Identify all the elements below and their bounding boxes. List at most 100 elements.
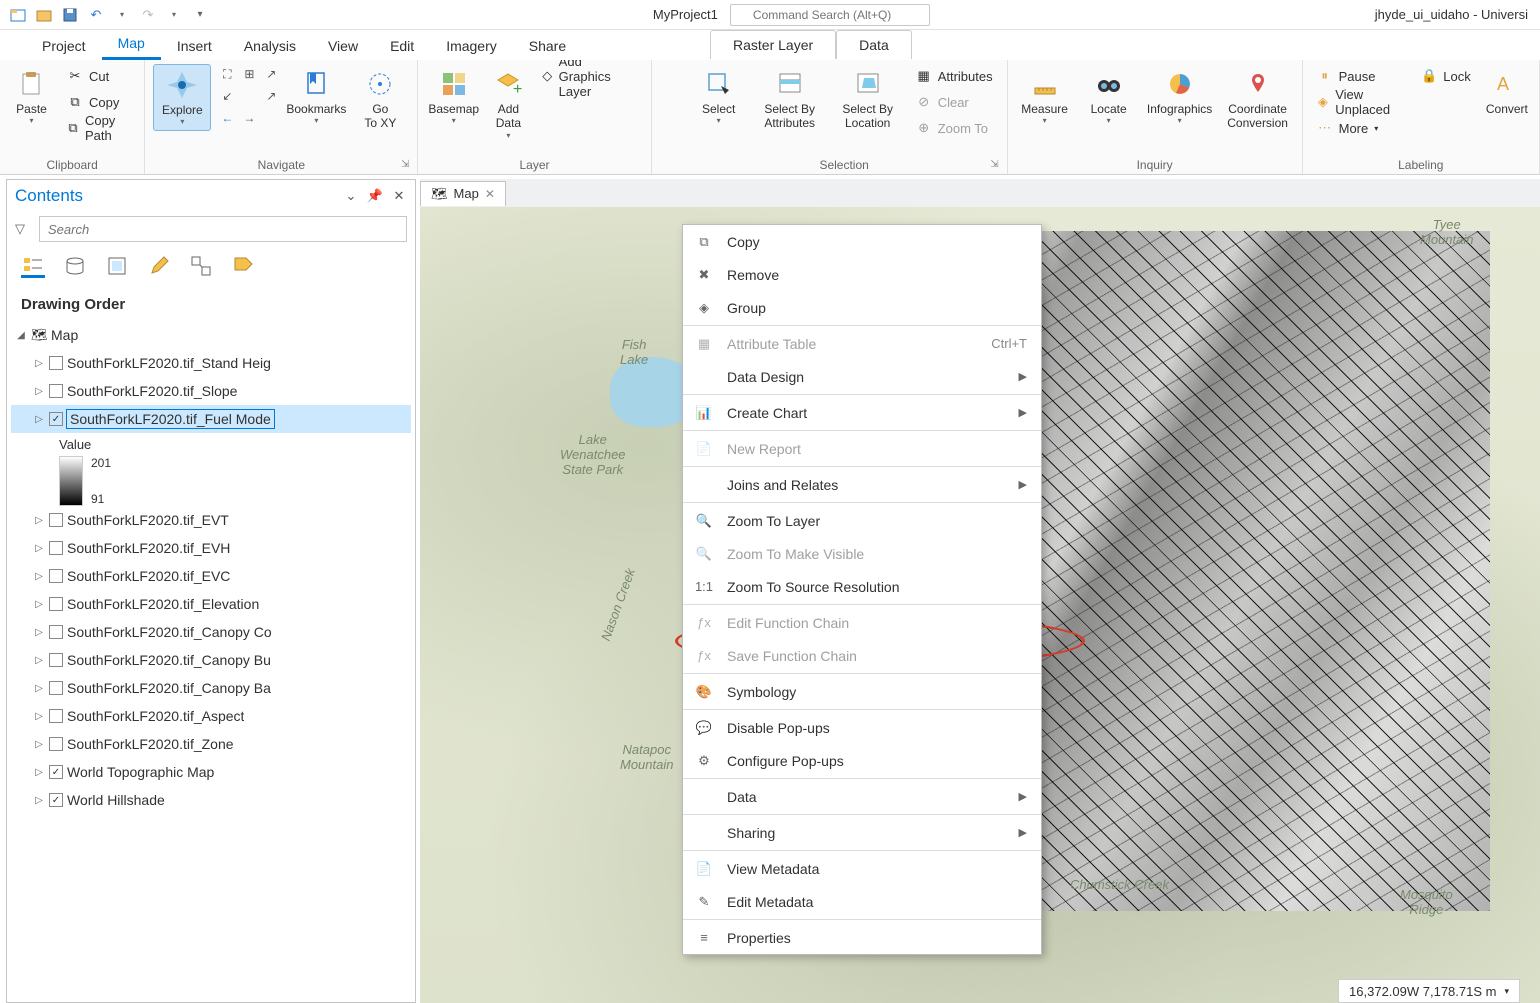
dialog-launcher-icon[interactable]: ⇲ [401, 159, 409, 170]
tab-view[interactable]: View [312, 32, 374, 60]
command-search-input[interactable] [730, 4, 930, 26]
map-node[interactable]: ◢ 🗺 Map [11, 321, 411, 349]
contents-search-input[interactable] [39, 216, 407, 242]
layer-visibility-checkbox[interactable] [49, 765, 63, 779]
add-data-button[interactable]: + Add Data ▾ [487, 64, 530, 144]
expand-icon[interactable]: ▷ [33, 767, 45, 778]
layer-row[interactable]: ▷World Hillshade [11, 786, 411, 814]
undo-dropdown-icon[interactable]: ▾ [114, 7, 130, 23]
expand-icon[interactable]: ▷ [33, 655, 45, 666]
collapse-icon[interactable]: ◢ [15, 330, 27, 341]
layer-row[interactable]: ▷SouthForkLF2020.tif_Zone [11, 730, 411, 758]
layer-visibility-checkbox[interactable] [49, 625, 63, 639]
expand-icon[interactable]: ▷ [33, 795, 45, 806]
close-tab-icon[interactable]: ✕ [485, 187, 495, 201]
explore-button[interactable]: Explore ▾ [153, 64, 211, 131]
tab-data[interactable]: Data [836, 30, 912, 59]
layer-row[interactable]: ▷SouthForkLF2020.tif_Slope [11, 377, 411, 405]
select-by-attributes-button[interactable]: Select By Attributes [754, 64, 826, 135]
menu-item-remove[interactable]: ✖Remove [683, 258, 1041, 291]
menu-item-data[interactable]: Data▶ [683, 780, 1041, 813]
expand-icon[interactable]: ▷ [33, 711, 45, 722]
filter-icon[interactable]: ▽ [15, 221, 31, 237]
attributes-button[interactable]: ▦Attributes [910, 64, 999, 88]
view-unplaced-button[interactable]: ◈View Unplaced [1311, 90, 1410, 114]
drawing-order-icon[interactable] [21, 254, 45, 278]
open-project-icon[interactable] [36, 7, 52, 23]
locate-button[interactable]: Locate▾ [1080, 64, 1138, 129]
pause-labeling-button[interactable]: ⏸Pause [1311, 64, 1410, 88]
layer-visibility-checkbox[interactable] [49, 513, 63, 527]
snapping-view-icon[interactable] [189, 254, 213, 278]
menu-item-properties[interactable]: ≡Properties [683, 921, 1041, 954]
measure-button[interactable]: Measure▾ [1016, 64, 1074, 129]
copy-path-button[interactable]: ⧉Copy Path [61, 116, 136, 140]
tab-share[interactable]: Share [513, 32, 582, 60]
save-icon[interactable] [62, 7, 78, 23]
prev-extent-icon[interactable]: ⊞ [239, 64, 259, 84]
zoom-out-icon[interactable]: ↙ [217, 86, 237, 106]
expand-icon[interactable]: ▷ [33, 683, 45, 694]
selection-view-icon[interactable] [105, 254, 129, 278]
layer-row[interactable]: ▷SouthForkLF2020.tif_Elevation [11, 590, 411, 618]
layer-visibility-checkbox[interactable] [49, 597, 63, 611]
layer-visibility-checkbox[interactable] [49, 681, 63, 695]
layer-row[interactable]: ▷SouthForkLF2020.tif_Canopy Co [11, 618, 411, 646]
menu-item-joins-and-relates[interactable]: Joins and Relates▶ [683, 468, 1041, 501]
layer-visibility-checkbox[interactable] [49, 384, 63, 398]
menu-item-group[interactable]: ◈Group [683, 291, 1041, 324]
pin-icon[interactable]: 📌 [367, 188, 383, 204]
layer-row[interactable]: ▷SouthForkLF2020.tif_Canopy Bu [11, 646, 411, 674]
map-tab[interactable]: 🗺 Map ✕ [420, 181, 506, 206]
basemap-button[interactable]: Basemap ▾ [426, 64, 481, 129]
menu-item-zoom-to-source-resolution[interactable]: 1:1Zoom To Source Resolution [683, 570, 1041, 603]
qat-customize-icon[interactable]: ▾ [192, 7, 208, 23]
expand-icon[interactable]: ▷ [33, 515, 45, 526]
user-label[interactable]: jhyde_ui_uidaho - Universi [1375, 7, 1540, 22]
coordinate-conversion-button[interactable]: Coordinate Conversion [1222, 64, 1294, 135]
expand-icon[interactable]: ▷ [33, 627, 45, 638]
fixed-zoom-in-icon[interactable]: ↗ [261, 64, 281, 84]
undo-icon[interactable]: ↶ [88, 7, 104, 23]
new-project-icon[interactable] [10, 7, 26, 23]
fwd-icon[interactable]: → [239, 108, 259, 128]
layer-visibility-checkbox[interactable] [49, 569, 63, 583]
layer-row[interactable]: ▷SouthForkLF2020.tif_Canopy Ba [11, 674, 411, 702]
expand-icon[interactable]: ▷ [33, 739, 45, 750]
coordinate-display[interactable]: 16,372.09W 7,178.71S m ▾ [1338, 979, 1520, 1003]
expand-icon[interactable]: ▷ [33, 414, 45, 425]
labeling-view-icon[interactable] [231, 254, 255, 278]
chevron-down-icon[interactable]: ▾ [1504, 986, 1509, 997]
copy-button[interactable]: ⧉Copy [61, 90, 136, 114]
redo-dropdown-icon[interactable]: ▾ [166, 7, 182, 23]
layer-row[interactable]: ▷SouthForkLF2020.tif_EVT [11, 506, 411, 534]
add-graphics-layer-button[interactable]: ◇Add Graphics Layer [536, 64, 643, 88]
menu-item-disable-pop-ups[interactable]: 💬Disable Pop-ups [683, 711, 1041, 744]
tab-raster-layer[interactable]: Raster Layer [710, 30, 836, 59]
full-extent-icon[interactable]: ⛶ [217, 64, 237, 84]
editing-view-icon[interactable] [147, 254, 171, 278]
tab-analysis[interactable]: Analysis [228, 32, 312, 60]
goto-xy-button[interactable]: Go To XY [351, 64, 409, 135]
layer-row[interactable]: ▷SouthForkLF2020.tif_Fuel Mode [11, 405, 411, 433]
layer-row[interactable]: ▷SouthForkLF2020.tif_Aspect [11, 702, 411, 730]
layer-row[interactable]: ▷SouthForkLF2020.tif_Stand Heig [11, 349, 411, 377]
layer-visibility-checkbox[interactable] [49, 793, 63, 807]
back-icon[interactable]: ← [217, 108, 237, 128]
tab-project[interactable]: Project [26, 32, 102, 60]
layer-row[interactable]: ▷SouthForkLF2020.tif_EVH [11, 534, 411, 562]
more-labeling-button[interactable]: ⋯More ▾ [1311, 116, 1410, 140]
zoom-in-icon[interactable]: ↗ [261, 86, 281, 106]
tab-imagery[interactable]: Imagery [430, 32, 513, 60]
layer-visibility-checkbox[interactable] [49, 653, 63, 667]
expand-icon[interactable]: ▷ [33, 543, 45, 554]
expand-icon[interactable]: ▷ [33, 571, 45, 582]
paste-button[interactable]: Paste ▾ [8, 64, 55, 129]
layer-visibility-checkbox[interactable] [49, 709, 63, 723]
menu-item-symbology[interactable]: 🎨Symbology [683, 675, 1041, 708]
menu-item-data-design[interactable]: Data Design▶ [683, 360, 1041, 393]
convert-labels-button[interactable]: AConvert [1483, 64, 1531, 120]
menu-item-copy[interactable]: ⧉Copy [683, 225, 1041, 258]
layer-visibility-checkbox[interactable] [49, 412, 63, 426]
bookmarks-button[interactable]: Bookmarks ▾ [287, 64, 345, 129]
